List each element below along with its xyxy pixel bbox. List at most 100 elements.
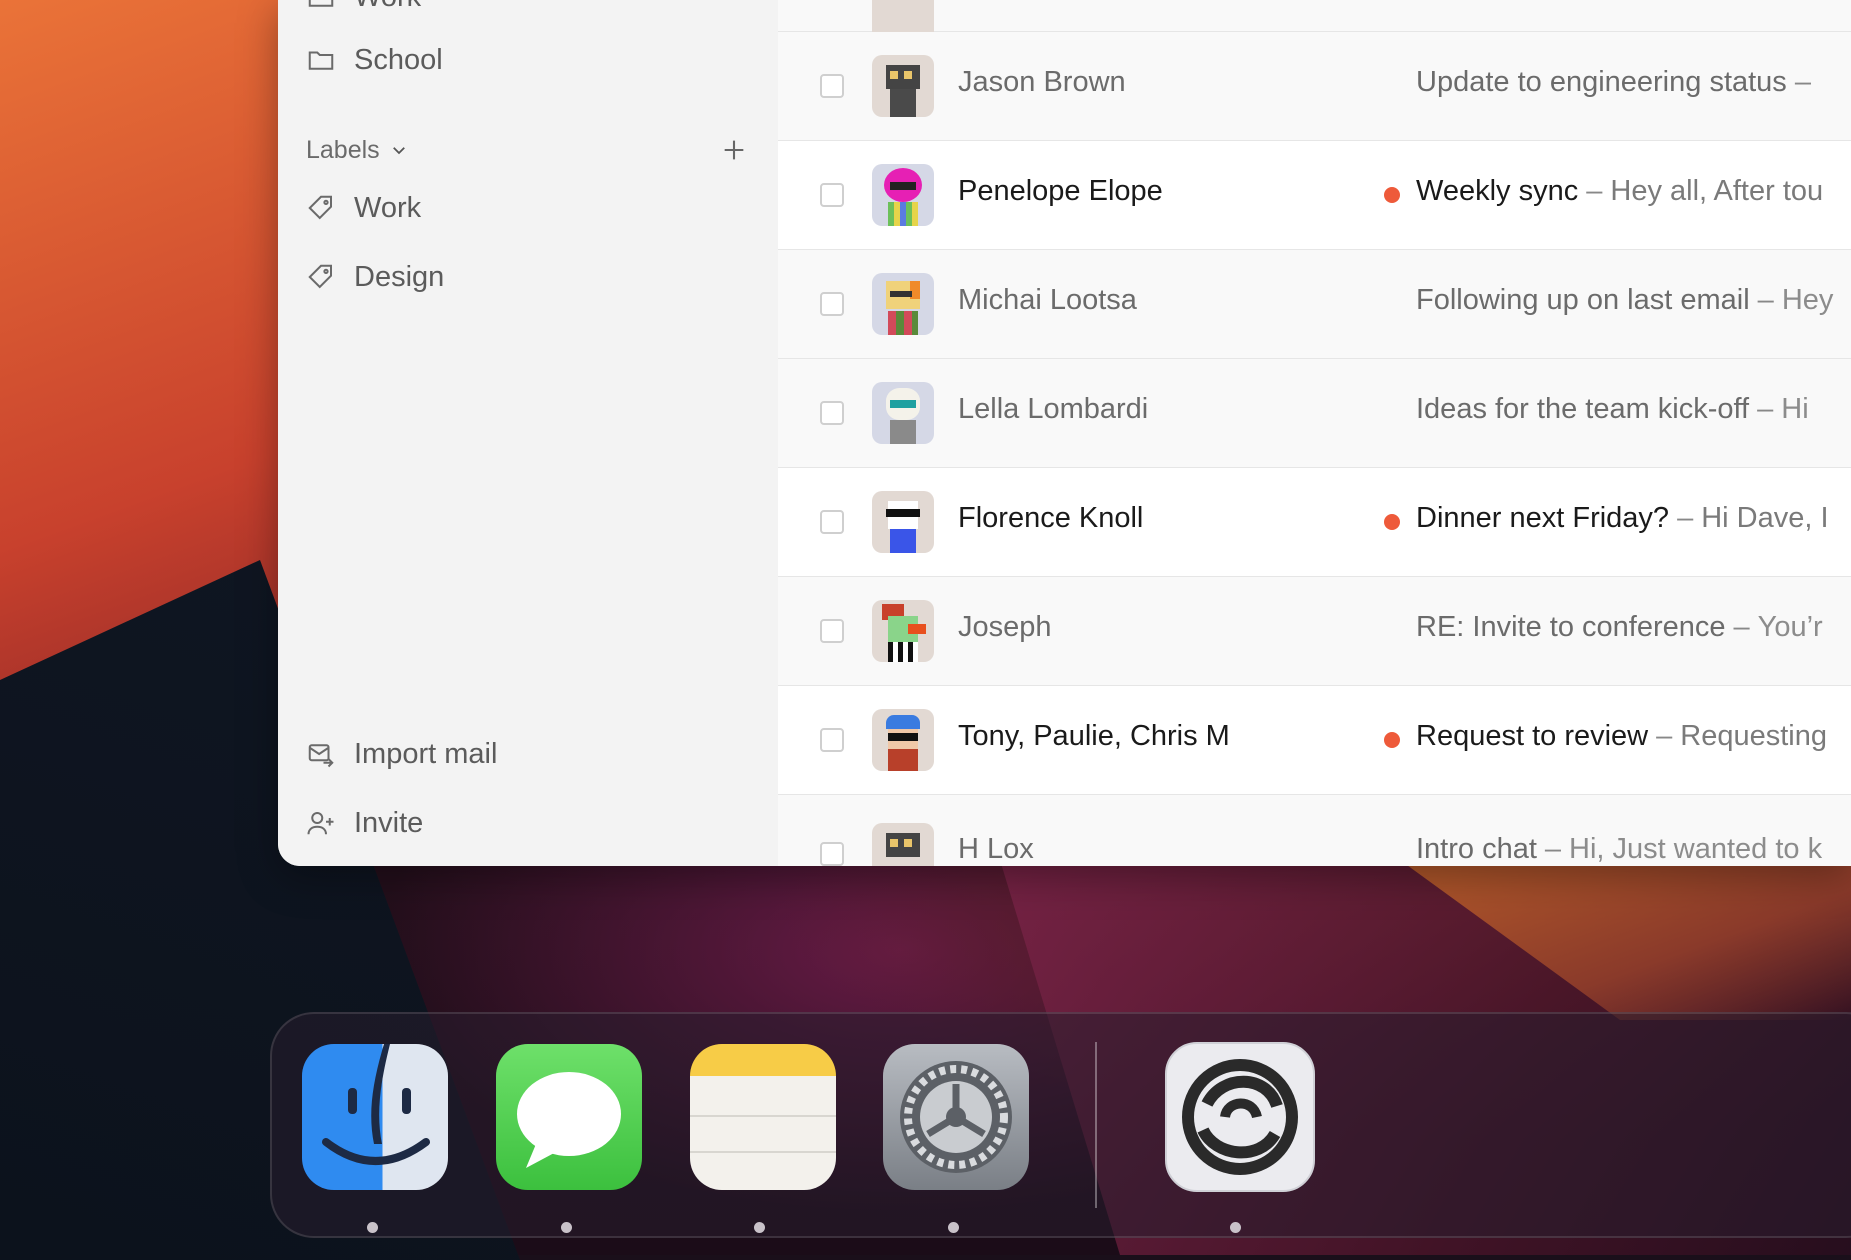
avatar <box>872 823 934 866</box>
email-subject: Weekly sync <box>1416 175 1579 207</box>
email-subject: Request to review <box>1416 720 1649 752</box>
folder-icon <box>308 51 334 70</box>
dock-separator <box>1095 1042 1097 1208</box>
avatar <box>872 382 934 444</box>
invite-label: Invite <box>354 806 424 839</box>
sidebar-folder-work[interactable]: Work <box>306 0 421 22</box>
import-mail-icon <box>308 744 334 768</box>
add-label-icon[interactable] <box>720 136 748 164</box>
table-row[interactable]: Florence Knoll Dinner next Friday? – Hi Da… <box>778 468 1851 577</box>
sender-name: Tony, Paulie, Chris M <box>958 720 1230 752</box>
subject-separator: – <box>1544 833 1562 865</box>
row-checkbox[interactable] <box>820 292 844 316</box>
row-checkbox[interactable] <box>820 183 844 207</box>
tag-icon <box>308 195 332 220</box>
table-row[interactable]: Michai Lootsa Following up on last email… <box>778 250 1851 359</box>
mail-window: Work School Labels Work Design Import ma… <box>278 0 1851 866</box>
table-row[interactable]: Lella Lombardi Ideas for the team kick-o… <box>778 359 1851 468</box>
table-row[interactable]: Penelope Elope Weekly sync – Hey all, Afte… <box>778 141 1851 250</box>
subject-separator: – <box>1733 611 1750 643</box>
email-preview: Hey <box>1781 284 1834 316</box>
app-swirl-icon <box>1182 1059 1298 1175</box>
row-checkbox[interactable] <box>820 619 844 643</box>
avatar <box>872 709 934 771</box>
running-indicator <box>754 1222 765 1233</box>
row-checkbox[interactable] <box>820 401 844 425</box>
email-subject-line: Weekly sync – Hey all, After tou <box>1416 175 1823 208</box>
avatar <box>872 491 934 553</box>
email-list: Jason Brown Update to engineering status… <box>778 0 1851 866</box>
table-row[interactable]: Jason Brown Update to engineering status… <box>778 32 1851 141</box>
sender-name: Jason Brown <box>958 66 1126 98</box>
avatar <box>872 55 934 117</box>
running-indicator <box>561 1222 572 1233</box>
avatar <box>872 600 934 662</box>
subject-separator: – <box>1794 66 1811 98</box>
row-checkbox[interactable] <box>820 728 844 752</box>
row-checkbox[interactable] <box>820 842 844 866</box>
email-preview: Hey all, After tou <box>1610 175 1824 207</box>
sidebar-label-work[interactable]: Work <box>306 183 421 233</box>
invite-user-icon <box>307 812 334 835</box>
import-mail-button[interactable]: Import mail <box>306 729 497 779</box>
sidebar-label-text: Work <box>354 191 422 224</box>
table-row[interactable]: H Lox Intro chat – Hi, Just wanted to k <box>778 795 1851 866</box>
avatar <box>872 164 934 226</box>
dock-app-mail[interactable] <box>1165 1042 1315 1192</box>
email-subject-line: Ideas for the team kick-off – Hi <box>1416 393 1809 426</box>
invite-button[interactable]: Invite <box>306 798 423 848</box>
labels-section-header[interactable]: Labels <box>306 130 756 170</box>
table-row[interactable]: Joseph RE: Invite to conference – You’r <box>778 577 1851 686</box>
avatar <box>872 273 934 335</box>
email-subject-line: Following up on last email – Hey <box>1416 284 1833 317</box>
email-subject: RE: Invite to conference <box>1416 611 1726 643</box>
sender-name: Joseph <box>958 611 1052 643</box>
dock-app-notes[interactable] <box>690 1044 836 1190</box>
messages-icon <box>517 1072 621 1168</box>
unread-dot <box>1384 514 1400 530</box>
sidebar-label-design[interactable]: Design <box>306 252 444 302</box>
email-preview: Hi <box>1781 393 1809 425</box>
unread-dot <box>1384 732 1400 748</box>
email-preview: Hi Dave, I <box>1701 502 1829 534</box>
email-subject-line: Intro chat – Hi, Just wanted to k <box>1416 833 1822 866</box>
email-subject-line: RE: Invite to conference – You’r <box>1416 611 1823 644</box>
subject-separator: – <box>1656 720 1673 752</box>
sender-name: Penelope Elope <box>958 175 1163 207</box>
email-subject: Update to engineering status <box>1416 66 1787 98</box>
dock-app-finder[interactable] <box>302 1044 448 1190</box>
email-preview: Requesting <box>1680 720 1827 752</box>
table-row[interactable] <box>778 0 1851 47</box>
subject-separator: – <box>1757 393 1774 425</box>
unread-dot <box>1384 187 1400 203</box>
row-checkbox[interactable] <box>820 74 844 98</box>
subject-separator: – <box>1586 175 1603 207</box>
table-row[interactable]: Tony, Paulie, Chris M Request to review –… <box>778 686 1851 795</box>
running-indicator <box>1230 1222 1241 1233</box>
running-indicator <box>948 1222 959 1233</box>
sidebar: Work School Labels Work Design Import ma… <box>278 0 779 866</box>
tag-icon <box>308 264 332 289</box>
running-indicator <box>367 1222 378 1233</box>
settings-icon <box>900 1061 1012 1173</box>
subject-separator: – <box>1677 502 1694 534</box>
sender-name: Lella Lombardi <box>958 393 1149 425</box>
labels-title: Labels <box>306 135 380 164</box>
email-subject: Ideas for the team kick-off <box>1416 393 1750 425</box>
sidebar-folder-school[interactable]: School <box>306 35 443 85</box>
import-mail-label: Import mail <box>354 737 498 770</box>
dock-app-messages[interactable] <box>496 1044 642 1190</box>
finder-icon <box>322 1044 430 1165</box>
email-subject-line: Update to engineering status – <box>1416 66 1819 99</box>
row-checkbox[interactable] <box>820 510 844 534</box>
folder-icon <box>308 0 334 7</box>
dock-app-system-settings[interactable] <box>883 1044 1029 1190</box>
email-subject: Dinner next Friday? <box>1416 502 1670 534</box>
sidebar-folder-label: Work <box>354 0 421 14</box>
chevron-down-icon <box>392 147 405 155</box>
sidebar-label-text: Design <box>354 260 445 293</box>
email-subject-line: Dinner next Friday? – Hi Dave, I <box>1416 502 1829 535</box>
sender-name: Michai Lootsa <box>958 284 1137 316</box>
email-subject-line: Request to review – Requesting <box>1416 720 1827 753</box>
subject-separator: – <box>1757 284 1774 316</box>
